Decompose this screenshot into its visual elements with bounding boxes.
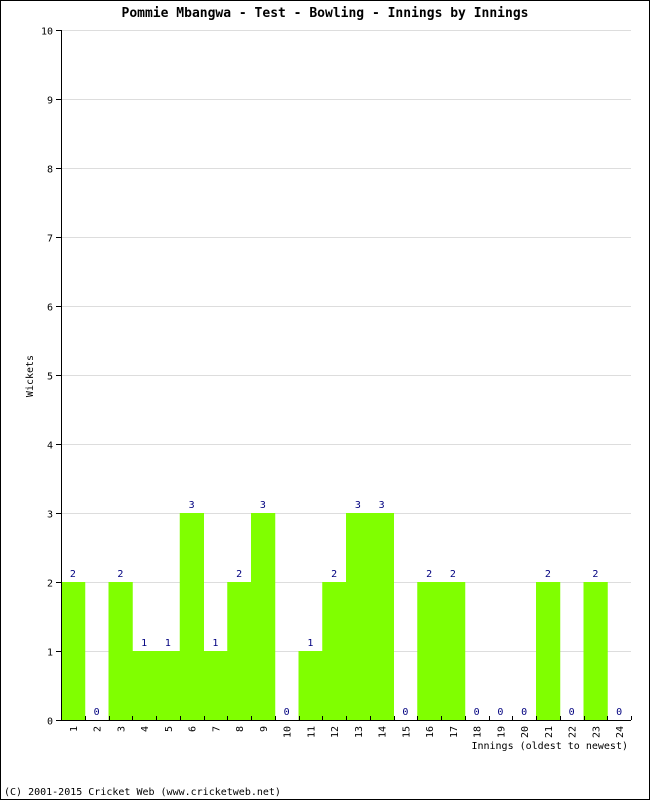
x-tick-label: 10	[283, 726, 294, 738]
y-tick-label: 8	[47, 165, 53, 176]
x-tick-label: 19	[496, 726, 507, 738]
y-tick-label: 1	[47, 648, 53, 659]
x-tick-label: 21	[544, 726, 555, 738]
y-tick-label: 4	[47, 441, 53, 452]
x-tick-label: 11	[306, 726, 317, 738]
x-tick-label: 20	[520, 726, 531, 738]
bar	[417, 582, 442, 720]
bar	[251, 513, 276, 720]
x-tick-label: 24	[615, 726, 626, 738]
data-label: 2	[331, 569, 337, 580]
x-tick-label: 12	[330, 726, 341, 738]
y-axis-label: Wickets	[25, 355, 36, 397]
bars	[61, 513, 608, 720]
bar	[108, 582, 133, 720]
y-tick-label: 10	[41, 27, 53, 38]
x-tick-label: 4	[140, 726, 151, 732]
data-label: 2	[70, 569, 76, 580]
data-label: 0	[402, 707, 408, 718]
data-label: 0	[284, 707, 290, 718]
x-axis-label: Innings (oldest to newest)	[471, 741, 628, 752]
x-tick-label: 15	[401, 726, 412, 738]
bar	[369, 513, 394, 720]
bar	[156, 651, 181, 720]
bar	[227, 582, 252, 720]
x-tick-label: 7	[211, 726, 222, 732]
data-label: 0	[521, 707, 527, 718]
copyright-footer: (C) 2001-2015 Cricket Web (www.cricketwe…	[4, 787, 281, 798]
data-label: 3	[355, 500, 361, 511]
data-label: 3	[260, 500, 266, 511]
y-ticks: 0 1 2 3 4 5 6 7 8 9 10	[41, 27, 61, 728]
bar	[179, 513, 204, 720]
data-label: 0	[474, 707, 480, 718]
x-tick-label: 22	[568, 726, 579, 738]
x-tick-label: 6	[188, 726, 199, 732]
x-tick-label: 5	[164, 726, 175, 732]
data-label: 1	[165, 638, 171, 649]
bar	[132, 651, 157, 720]
bar	[536, 582, 561, 720]
data-label: 2	[236, 569, 242, 580]
y-tick-label: 6	[47, 303, 53, 314]
data-label: 1	[141, 638, 147, 649]
data-label: 0	[616, 707, 622, 718]
data-label: 3	[379, 500, 385, 511]
data-label: 2	[450, 569, 456, 580]
y-tick-label: 0	[47, 717, 53, 728]
x-tick-label: 18	[473, 726, 484, 738]
bar	[441, 582, 466, 720]
bar	[346, 513, 371, 720]
data-label: 1	[212, 638, 218, 649]
y-tick-label: 3	[47, 510, 53, 521]
bar	[203, 651, 228, 720]
chart-title: Pommie Mbangwa - Test - Bowling - Inning…	[122, 6, 529, 21]
x-tick-label: 9	[259, 726, 270, 732]
x-tick-label: 8	[235, 726, 246, 732]
x-tick-label: 2	[93, 726, 104, 732]
bar	[322, 582, 347, 720]
data-label: 3	[189, 500, 195, 511]
x-tick-label: 23	[591, 726, 602, 738]
bar	[298, 651, 323, 720]
x-tick-label: 1	[69, 726, 80, 732]
x-tick-label: 14	[378, 726, 389, 738]
data-label: 0	[497, 707, 503, 718]
y-tick-label: 9	[47, 96, 53, 107]
data-label: 0	[94, 707, 100, 718]
y-tick-label: 5	[47, 372, 53, 383]
bar	[61, 582, 86, 720]
data-label: 0	[569, 707, 575, 718]
data-label: 2	[592, 569, 598, 580]
x-tick-label: 16	[425, 726, 436, 738]
y-tick-label: 7	[47, 234, 53, 245]
chart: Pommie Mbangwa - Test - Bowling - Inning…	[4, 6, 632, 798]
x-tick-label: 3	[116, 726, 127, 732]
bar	[583, 582, 608, 720]
data-label: 2	[426, 569, 432, 580]
data-label: 2	[545, 569, 551, 580]
x-tick-label: 17	[449, 726, 460, 738]
y-tick-label: 2	[47, 579, 53, 590]
x-tick-label: 13	[354, 726, 365, 738]
data-label: 2	[117, 569, 123, 580]
data-label: 1	[307, 638, 313, 649]
